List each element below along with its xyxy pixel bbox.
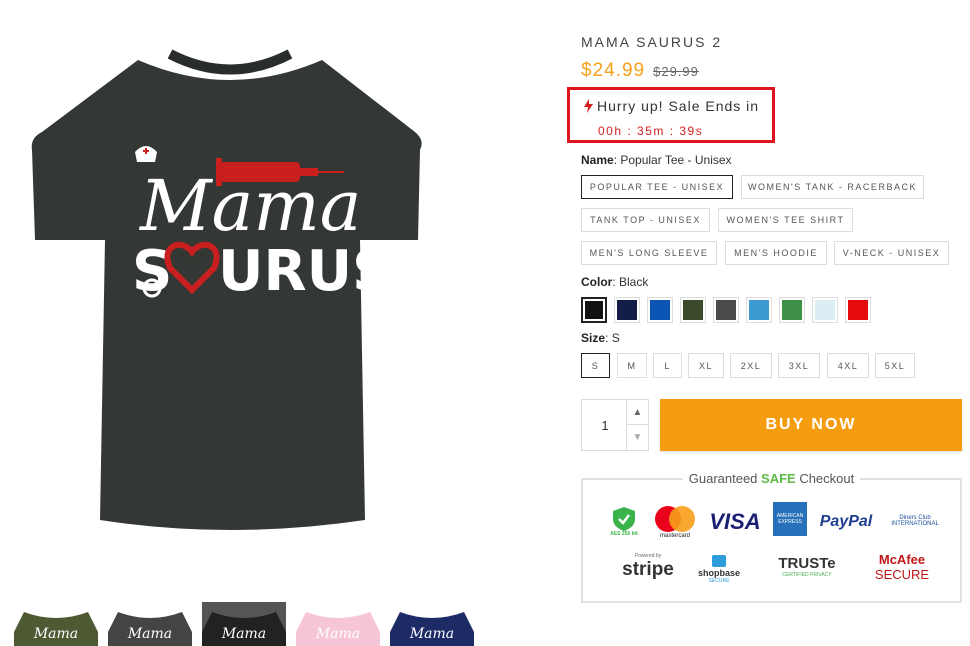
mcafee-secure-label: SECURE xyxy=(874,567,930,582)
swatch-fill xyxy=(716,300,736,320)
thumbnail-item-selected[interactable]: Mama xyxy=(202,602,286,646)
tshirt-text-mama: Mama xyxy=(138,165,362,247)
swatch-fill xyxy=(617,300,637,320)
quantity-decrease-button[interactable]: ▼ xyxy=(626,425,648,450)
truste-label: TRUSTe xyxy=(778,554,836,572)
style-chip-mens-hoodie[interactable]: MEN'S HOODIE xyxy=(725,241,827,265)
style-chip-tank-top[interactable]: TANK TOP - UNISEX xyxy=(581,208,710,232)
swatch-fill xyxy=(815,300,835,320)
color-swatch-red[interactable] xyxy=(845,297,871,323)
sale-price: $24.99 xyxy=(581,60,646,81)
chevron-up-icon: ▲ xyxy=(632,406,643,418)
color-swatch-green[interactable] xyxy=(779,297,805,323)
sale-message-row: Hurry up! Sale Ends in xyxy=(584,98,759,114)
product-image[interactable]: Mama S URUS xyxy=(20,40,440,560)
size-chip-4xl[interactable]: 4XL xyxy=(827,353,869,378)
thumbnail-text: Mama xyxy=(221,626,266,642)
color-option-label: Color: Black xyxy=(581,275,649,289)
sale-countdown-box: Hurry up! Sale Ends in 00h : 35m : 39s xyxy=(567,87,775,143)
color-swatch-navy[interactable] xyxy=(614,297,640,323)
swatch-fill xyxy=(650,300,670,320)
size-chip-s[interactable]: S xyxy=(581,353,610,378)
thumbnail-strip: Mama Mama Mama Mama Mama xyxy=(0,600,560,646)
lightning-icon xyxy=(584,99,593,113)
compare-price: $29.99 xyxy=(653,64,699,79)
quantity-increase-button[interactable]: ▲ xyxy=(626,400,648,425)
mastercard-icon: mastercard xyxy=(649,502,701,542)
style-chip-womens-tank[interactable]: WOMEN'S TANK - RACERBACK xyxy=(741,175,924,199)
quantity-stepper: 1 ▲ ▼ xyxy=(581,399,649,451)
trust-title: Guaranteed SAFE Checkout xyxy=(583,471,960,486)
product-title: MAMA SAURUS 2 xyxy=(581,34,723,50)
sale-message: Hurry up! Sale Ends in xyxy=(597,98,760,114)
truste-logo: TRUSTe CERTIFIED PRIVACY xyxy=(763,552,851,580)
size-label: Size xyxy=(581,331,606,345)
swatch-fill xyxy=(749,300,769,320)
name-label: Name xyxy=(581,153,614,167)
tshirt-image: Mama S URUS xyxy=(31,49,422,530)
color-swatch-light-blue[interactable] xyxy=(812,297,838,323)
size-chip-3xl[interactable]: 3XL xyxy=(778,353,820,378)
stripe-logo: Powered by stripe xyxy=(613,550,683,584)
thumbnail-item[interactable]: Mama xyxy=(108,602,192,646)
size-chip-m[interactable]: M xyxy=(617,353,647,378)
paypal-logo: PayPal xyxy=(819,513,873,530)
thumbnail-text: Mama xyxy=(127,626,172,642)
product-details: MAMA SAURUS 2 $24.99 $29.99 Hurry up! Sa… xyxy=(567,0,966,642)
color-swatch-charcoal[interactable] xyxy=(713,297,739,323)
thumbnail-item[interactable]: Mama xyxy=(14,602,98,646)
thumbnail-item[interactable]: Mama xyxy=(390,602,474,646)
shopbase-secure-label: SECURE xyxy=(708,578,730,584)
thumbnail-text: Mama xyxy=(315,626,360,642)
amex-logo: AMERICAN EXPRESS xyxy=(773,502,807,536)
name-option-label: Name: Popular Tee - Unisex xyxy=(581,153,732,167)
stripe-label: stripe xyxy=(622,559,674,580)
truste-sub-label: CERTIFIED PRIVACY xyxy=(782,571,832,578)
style-chip-womens-tee[interactable]: WOMEN'S TEE SHIRT xyxy=(718,208,853,232)
color-swatch-olive[interactable] xyxy=(680,297,706,323)
style-chip-popular-tee[interactable]: POPULAR TEE - UNISEX xyxy=(581,175,733,199)
tshirt-text-s: S xyxy=(132,239,172,304)
trust-title-suffix: Checkout xyxy=(795,471,855,486)
swatch-fill xyxy=(782,300,802,320)
trust-title-safe: SAFE xyxy=(761,471,796,486)
color-swatch-royal[interactable] xyxy=(647,297,673,323)
style-chip-v-neck[interactable]: V-NECK - UNISEX xyxy=(834,241,949,265)
size-value: S xyxy=(611,331,620,345)
shopbase-logo: shopbase SECURE xyxy=(693,546,745,590)
size-chip-2xl[interactable]: 2XL xyxy=(730,353,772,378)
buy-now-button[interactable]: BUY NOW xyxy=(660,399,962,451)
aes-label: AES 256 bit xyxy=(610,531,638,537)
swatch-fill xyxy=(683,300,703,320)
color-swatch-sky-blue[interactable] xyxy=(746,297,772,323)
visa-logo: VISA xyxy=(709,509,761,534)
size-chip-5xl[interactable]: 5XL xyxy=(875,353,915,378)
thumbnail-text: Mama xyxy=(33,626,78,642)
shopbase-label: shopbase xyxy=(697,568,740,578)
countdown-timer: 00h : 35m : 39s xyxy=(598,124,704,138)
mcafee-logo: McAfee SECURE xyxy=(865,552,939,582)
color-label: Color xyxy=(581,275,613,289)
color-value: Black xyxy=(619,275,649,289)
thumbnail-text: Mama xyxy=(409,626,454,642)
thumbnail-item[interactable]: Mama xyxy=(296,602,380,646)
swatch-fill xyxy=(585,301,603,319)
trust-badges: Guaranteed SAFE Checkout AES 256 bit mas… xyxy=(581,471,962,603)
aes-shield-icon: AES 256 bit xyxy=(605,502,643,542)
color-swatch-black[interactable] xyxy=(581,297,607,323)
tshirt-text-urus: URUS xyxy=(218,239,392,304)
mcafee-label: McAfee xyxy=(878,552,926,567)
price-row: $24.99 $29.99 xyxy=(581,60,699,82)
size-option-label: Size: S xyxy=(581,331,620,345)
size-chip-xl[interactable]: XL xyxy=(688,353,724,378)
style-chip-mens-long-sleeve[interactable]: MEN'S LONG SLEEVE xyxy=(581,241,717,265)
mastercard-label: mastercard xyxy=(659,533,690,539)
size-chip-l[interactable]: L xyxy=(653,353,682,378)
chevron-down-icon: ▼ xyxy=(632,432,643,443)
quantity-input[interactable]: 1 xyxy=(582,400,628,450)
trust-title-prefix: Guaranteed xyxy=(688,471,762,486)
name-value: Popular Tee - Unisex xyxy=(620,153,732,167)
swatch-fill xyxy=(848,300,868,320)
diners-club-logo: Diners Club INTERNATIONAL xyxy=(891,515,939,527)
